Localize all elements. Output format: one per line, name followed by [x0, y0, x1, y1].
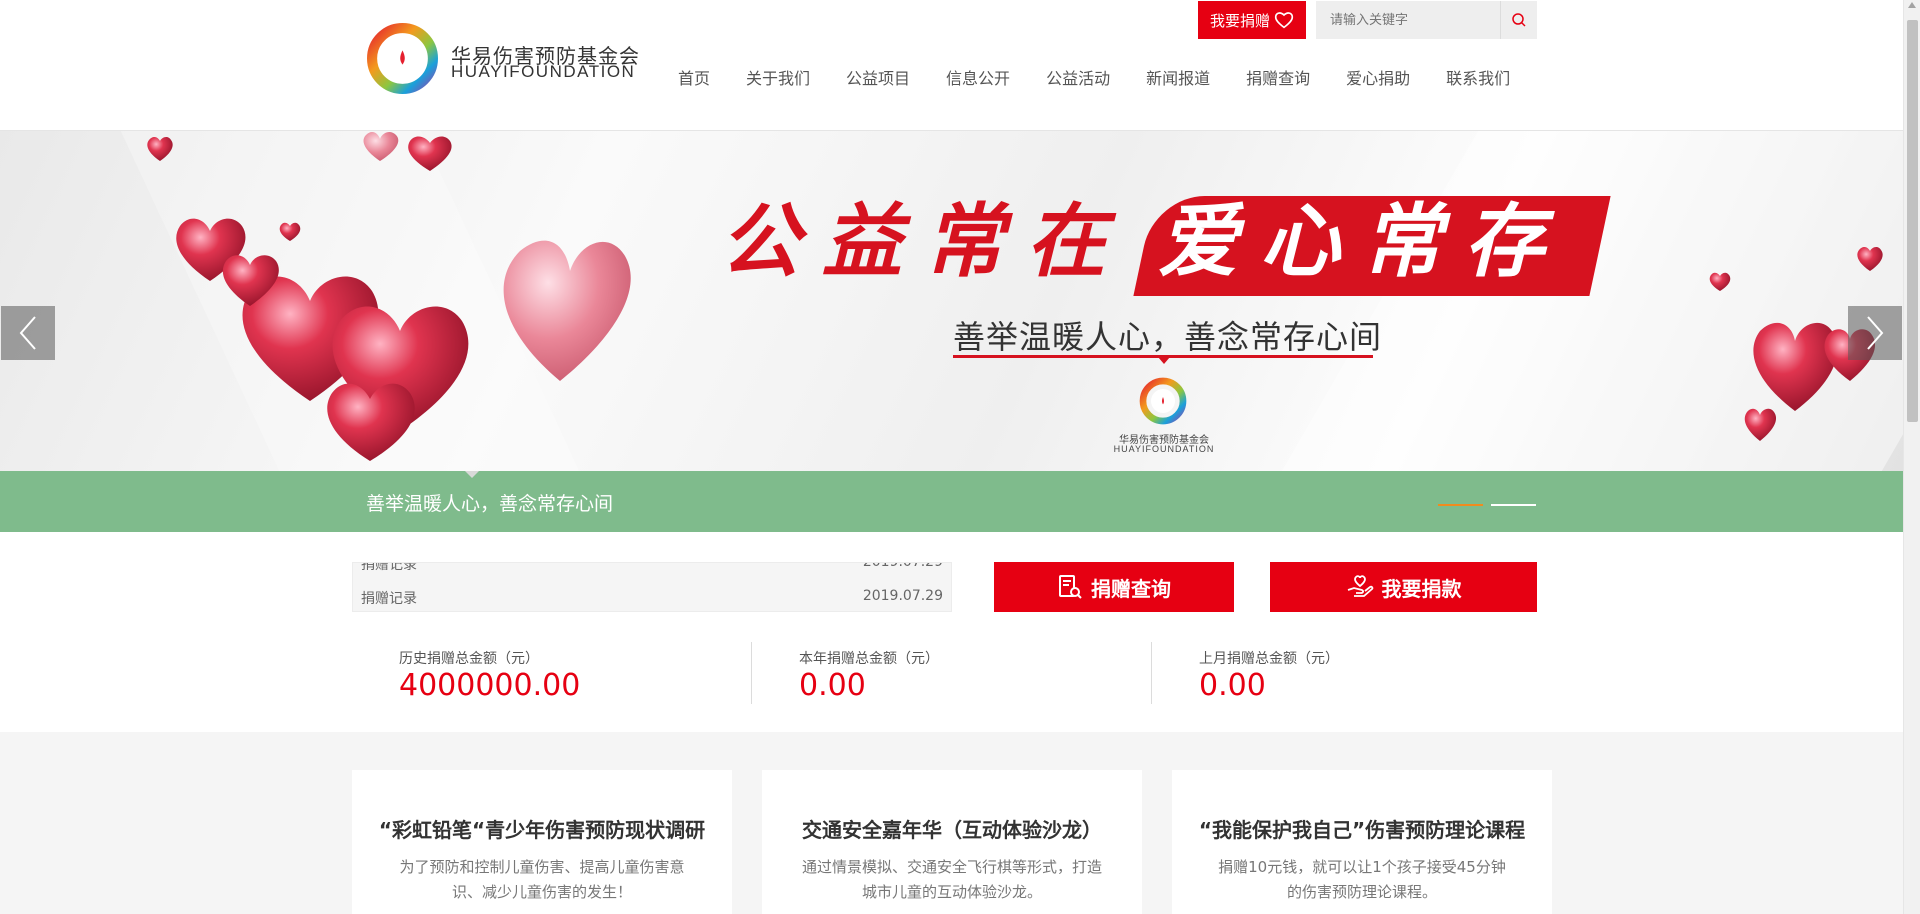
stat-total-history: 历史捐赠总金额（元） 4000000.00 — [352, 640, 752, 706]
stat-value: 0.00 — [1199, 668, 1266, 703]
donation-query-label: 捐赠查询 — [1091, 576, 1171, 601]
banner-logo-name-en: HUAYIFOUNDATION — [1113, 444, 1215, 454]
banner-subtitle: 善举温暖人心，善念常存心间 — [953, 318, 1383, 356]
document-search-icon — [1059, 575, 1082, 599]
site-header: 华易伤害预防基金会 HUAYIFOUNDATION 我要捐赠 首页 关于我们 公… — [0, 0, 1903, 131]
banner-logo — [1139, 377, 1187, 425]
donate-now-button[interactable]: 我要捐款 — [1270, 562, 1537, 612]
record-name: 捐赠记录 — [361, 591, 417, 607]
stat-total-this-year: 本年捐赠总金额（元） 0.00 — [752, 640, 1152, 706]
donate-button[interactable]: 我要捐赠 — [1198, 1, 1306, 39]
page-scrollbar[interactable] — [1903, 0, 1920, 914]
donation-query-button[interactable]: 捐赠查询 — [994, 562, 1234, 612]
project-card[interactable]: 交通安全嘉年华（互动体验沙龙） 通过情景模拟、交通安全飞行棋等形式，打造城市儿童… — [762, 770, 1142, 914]
project-title[interactable]: 交通安全嘉年华（互动体验沙龙） — [762, 814, 1142, 843]
nav-item-projects[interactable]: 公益项目 — [846, 68, 910, 90]
caption-notch — [465, 471, 479, 478]
slide-indicator-1[interactable] — [1438, 504, 1483, 506]
nav-item-activities[interactable]: 公益活动 — [1046, 68, 1110, 90]
heart-icon — [1274, 12, 1294, 29]
project-card[interactable]: “我能保护我自己”伤害预防理论课程 捐赠10元钱，就可以让1个孩子接受45分钟的… — [1172, 770, 1552, 914]
stat-value: 0.00 — [799, 668, 866, 703]
stat-label: 上月捐赠总金额（元） — [1199, 651, 1339, 667]
donation-records-ticker: 捐赠记录 2019.07.29 捐赠记录 2019.07.29 — [352, 562, 952, 612]
search-icon — [1512, 13, 1526, 27]
scroll-up-icon[interactable] — [1908, 2, 1916, 8]
donate-now-label: 我要捐款 — [1381, 576, 1462, 601]
main-nav: 首页 关于我们 公益项目 信息公开 公益活动 新闻报道 捐赠查询 爱心捐助 联系… — [678, 68, 1510, 90]
nav-item-contact[interactable]: 联系我们 — [1446, 68, 1510, 90]
slide-indicator-2[interactable] — [1491, 504, 1536, 506]
brand-name-en: HUAYIFOUNDATION — [451, 62, 636, 81]
project-description: 通过情景模拟、交通安全飞行棋等形式，打造城市儿童的互动体验沙龙。 — [802, 858, 1103, 901]
donation-stats: 历史捐赠总金额（元） 4000000.00 本年捐赠总金额（元） 0.00 上月… — [352, 640, 1552, 710]
banner-slogan: 公益常在 爱心常存 — [720, 191, 1611, 296]
stat-value: 4000000.00 — [399, 668, 581, 703]
chevron-left-icon — [19, 316, 36, 350]
stat-label: 历史捐赠总金额（元） — [399, 651, 539, 667]
donate-button-label: 我要捐赠 — [1209, 11, 1270, 30]
banner-caption: 善举温暖人心，善念常存心间 — [366, 493, 614, 515]
banner-caption-bar: 善举温暖人心，善念常存心间 — [0, 471, 1903, 532]
heart-balloons-illustration — [147, 132, 631, 461]
stat-total-last-month: 上月捐赠总金额（元） 0.00 — [1152, 640, 1552, 706]
nav-item-about[interactable]: 关于我们 — [746, 68, 810, 90]
project-title[interactable]: “彩虹铅笔“青少年伤害预防现状调研 — [352, 814, 732, 843]
chevron-right-icon — [1867, 316, 1884, 350]
banner-prev-button[interactable] — [1, 306, 55, 360]
foundation-logo[interactable] — [366, 22, 439, 95]
project-card[interactable]: “彩虹铅笔“青少年伤害预防现状调研 为了预防和控制儿童伤害、提高儿童伤害意识、减… — [352, 770, 732, 914]
subtitle-notch — [1158, 357, 1170, 364]
slogan-left-text: 公益常在 — [720, 194, 1128, 288]
record-row[interactable]: 捐赠记录 2019.07.29 — [361, 588, 943, 610]
search-button[interactable] — [1500, 1, 1537, 39]
search-input[interactable] — [1316, 1, 1500, 39]
record-row[interactable]: 捐赠记录 2019.07.29 — [361, 562, 943, 576]
hand-heart-icon — [1347, 575, 1373, 597]
nav-item-charity-donation[interactable]: 爱心捐助 — [1346, 68, 1410, 90]
project-description: 捐赠10元钱，就可以让1个孩子接受45分钟的伤害预防理论课程。 — [1218, 858, 1506, 901]
slogan-right-text: 爱心常存 — [1158, 194, 1566, 288]
hero-banner: 公益常在 爱心常存 善举温暖人心，善念常存心间 华易伤害预防基金会 HUAYIF… — [0, 131, 1903, 471]
nav-item-news[interactable]: 新闻报道 — [1146, 68, 1210, 90]
projects-section: “彩虹铅笔“青少年伤害预防现状调研 为了预防和控制儿童伤害、提高儿童伤害意识、减… — [0, 732, 1903, 914]
record-date: 2019.07.29 — [862, 562, 943, 570]
nav-item-donation-query[interactable]: 捐赠查询 — [1246, 68, 1310, 90]
record-date: 2019.07.29 — [862, 588, 943, 604]
stat-label: 本年捐赠总金额（元） — [799, 651, 939, 667]
scrollbar-thumb[interactable] — [1907, 20, 1918, 422]
banner-next-button[interactable] — [1848, 306, 1902, 360]
nav-item-disclosure[interactable]: 信息公开 — [946, 68, 1010, 90]
project-description: 为了预防和控制儿童伤害、提高儿童伤害意识、减少儿童伤害的发生！ — [399, 858, 685, 901]
record-name: 捐赠记录 — [361, 562, 417, 573]
slide-indicators — [1438, 504, 1536, 506]
project-title[interactable]: “我能保护我自己”伤害预防理论课程 — [1172, 814, 1552, 843]
nav-item-home[interactable]: 首页 — [678, 68, 710, 90]
